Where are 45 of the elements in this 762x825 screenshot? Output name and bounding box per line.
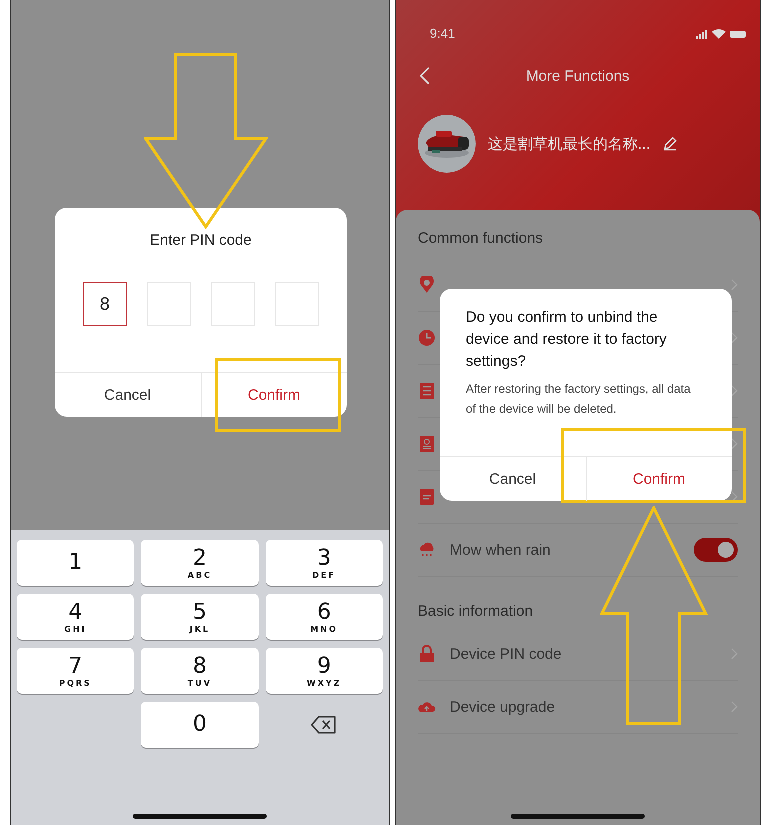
pin-digit-field[interactable] [147,282,191,326]
status-time: 9:41 [430,26,456,41]
keypad-key[interactable]: 4 GHI [17,594,134,640]
keypad-key[interactable]: 9 WXYZ [266,648,383,694]
device-name: 这是割草机最长的名称... [488,134,651,154]
keypad-key[interactable]: 0 [141,702,259,748]
dialog-title: Do you confirm to unbind the device and restore it to factory settings? [465,308,668,372]
pin-digit-field[interactable] [275,282,319,326]
confirm-button[interactable]: Confirm [586,457,732,501]
doc-icon [418,488,436,506]
dialog-message: After restoring the factory settings, all data of the device will be deleted. [465,381,692,418]
clock-icon [418,329,436,347]
toggle-switch[interactable] [694,538,738,562]
chevron-icon[interactable] [731,438,738,450]
edit-icon[interactable] [662,137,677,151]
chevron-icon[interactable] [731,491,738,503]
chevron-icon[interactable] [731,332,738,344]
pin-icon [418,276,436,294]
keypad-key[interactable]: 2 ABC [141,540,259,586]
chevron-icon[interactable] [731,385,738,397]
rain-icon [418,541,436,559]
keypad-key[interactable]: 5 JKL [141,594,259,640]
status-icons [696,28,746,38]
pin-digit-field[interactable]: 8 [83,282,127,326]
back-icon[interactable] [420,67,430,85]
keypad-key[interactable]: 8 TUV [141,648,259,694]
keypad-key[interactable]: 3 DEF [266,540,383,586]
confirm-button[interactable]: Confirm [200,373,347,417]
setting-label: Device upgrade [450,698,556,716]
section-title: Basic information [418,603,534,620]
keypad-key[interactable]: 7 PQRS [17,648,134,694]
setting-label: Device PIN code [450,646,562,662]
backspace-icon[interactable] [311,716,338,734]
lock-icon [418,645,436,663]
setting-label: Mow when rain [450,542,551,558]
cancel-button[interactable]: Cancel [55,373,200,417]
screen-title: More Functions [526,68,630,84]
section-title: Common functions [418,230,544,247]
card-icon [418,435,436,453]
keypad-key[interactable]: 6 MNO [266,594,383,640]
pin-digit-field[interactable] [211,282,255,326]
dialog-title: Enter PIN code [149,232,253,249]
keypad-key[interactable]: 1 [17,540,134,586]
cancel-button[interactable]: Cancel [440,457,586,501]
list-icon [418,382,436,400]
